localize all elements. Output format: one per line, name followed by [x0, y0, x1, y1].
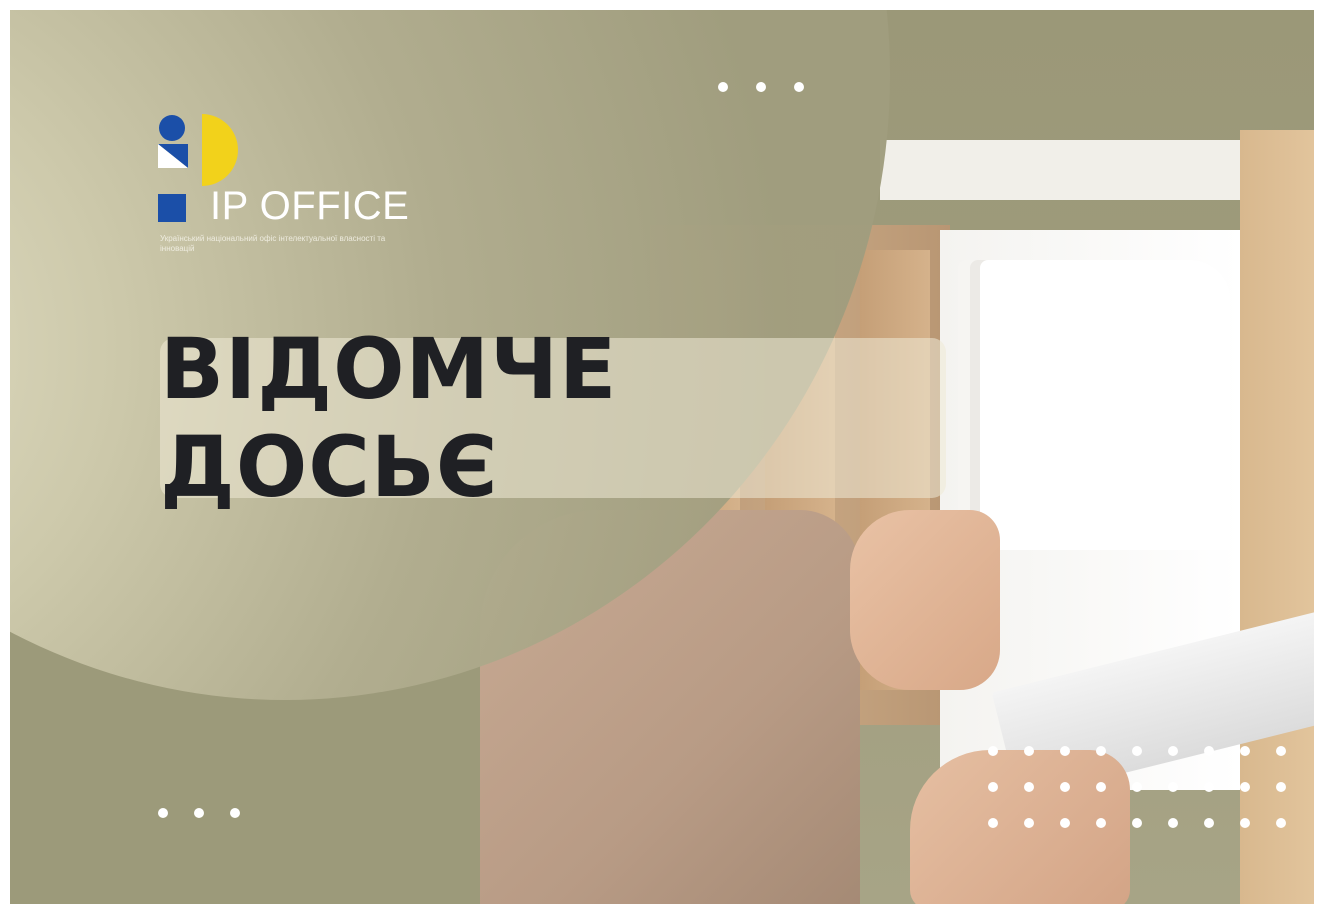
- dot: [1168, 818, 1178, 828]
- dot: [1204, 782, 1214, 792]
- banner: IP OFFICE Український національний офіс …: [10, 10, 1314, 904]
- dot: [988, 782, 998, 792]
- dot: [194, 808, 204, 818]
- papers: [980, 260, 1230, 550]
- dot: [1276, 818, 1286, 828]
- person-hand: [850, 510, 1000, 690]
- dot: [1024, 746, 1034, 756]
- dot: [1060, 782, 1070, 792]
- dot: [158, 808, 168, 818]
- ip-office-logo: IP OFFICE Український національний офіс …: [158, 114, 409, 264]
- dot: [1060, 818, 1070, 828]
- shelf-plank: [880, 140, 1240, 200]
- dot: [718, 82, 728, 92]
- dots-top-icon: [718, 82, 804, 92]
- dot: [1096, 782, 1106, 792]
- dot-grid-icon: [988, 746, 1286, 828]
- dot: [1096, 746, 1106, 756]
- dot: [1024, 818, 1034, 828]
- dots-bottom-left-icon: [158, 808, 240, 818]
- logo-subtitle: Український національний офіс інтелектуа…: [160, 234, 386, 253]
- dot: [988, 746, 998, 756]
- dot: [1240, 746, 1250, 756]
- dot: [1204, 818, 1214, 828]
- dot: [1240, 818, 1250, 828]
- dot: [756, 82, 766, 92]
- logo-name: IP OFFICE: [210, 184, 410, 228]
- dot: [1024, 782, 1034, 792]
- dot: [1132, 746, 1142, 756]
- dot: [1204, 746, 1214, 756]
- dot: [1276, 782, 1286, 792]
- dot: [794, 82, 804, 92]
- dot: [988, 818, 998, 828]
- dot: [1240, 782, 1250, 792]
- banner-title: ВІДОМЧЕ ДОСЬЄ: [160, 320, 618, 516]
- dot: [1168, 782, 1178, 792]
- dot: [230, 808, 240, 818]
- dot: [1132, 818, 1142, 828]
- dot: [1096, 818, 1106, 828]
- dot: [1168, 746, 1178, 756]
- dot: [1132, 782, 1142, 792]
- dot: [1276, 746, 1286, 756]
- dot: [1060, 746, 1070, 756]
